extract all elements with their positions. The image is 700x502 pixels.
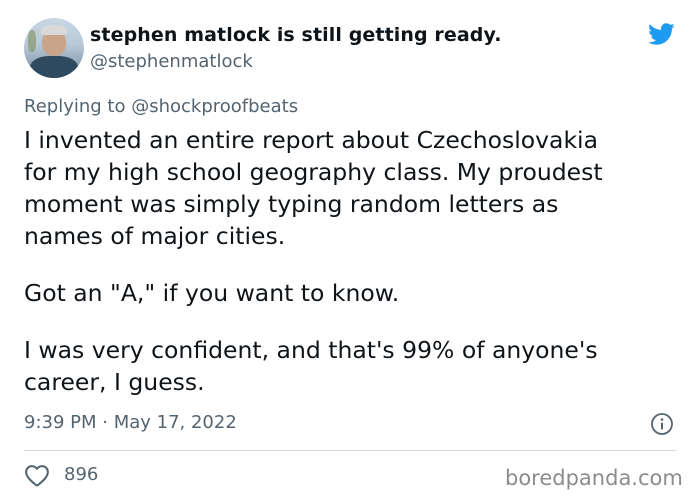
- tweet-text-line: I invented an entire report about Czecho…: [24, 126, 598, 154]
- info-icon[interactable]: [650, 412, 674, 436]
- display-name[interactable]: stephen matlock is still getting ready.: [90, 24, 502, 46]
- avatar[interactable]: [24, 18, 84, 78]
- avatar-hair: [41, 25, 67, 35]
- tweet-text-line: Got an "A," if you want to know.: [24, 279, 400, 307]
- replying-to-mention[interactable]: @shockproofbeats: [131, 96, 298, 117]
- heart-icon[interactable]: [24, 463, 50, 487]
- replying-to-line: Replying to @shockproofbeats: [24, 96, 298, 117]
- like-count: 896: [64, 464, 99, 485]
- tweet-text-line: I was very confident, and that's 99% of …: [24, 336, 598, 364]
- avatar-background: [28, 30, 36, 52]
- user-handle[interactable]: @stephenmatlock: [90, 51, 253, 72]
- tweet-text-line: names of major cities.: [24, 222, 286, 250]
- tweet-text-line: career, I guess.: [24, 368, 205, 396]
- avatar-shirt: [30, 56, 78, 78]
- tweet-text: I invented an entire report about Czecho…: [24, 124, 674, 398]
- replying-prefix: Replying to: [24, 96, 126, 117]
- twitter-bird-icon[interactable]: [645, 20, 677, 48]
- watermark: boredpanda.com: [505, 466, 683, 490]
- tweet-text-line: moment was simply typing random letters …: [24, 190, 559, 218]
- tweet-timestamp[interactable]: 9:39 PM · May 17, 2022: [24, 412, 237, 433]
- tweet-text-line: for my high school geography class. My p…: [24, 158, 603, 186]
- divider: [24, 450, 676, 451]
- tweet-card: stephen matlock is still getting ready. …: [0, 0, 700, 502]
